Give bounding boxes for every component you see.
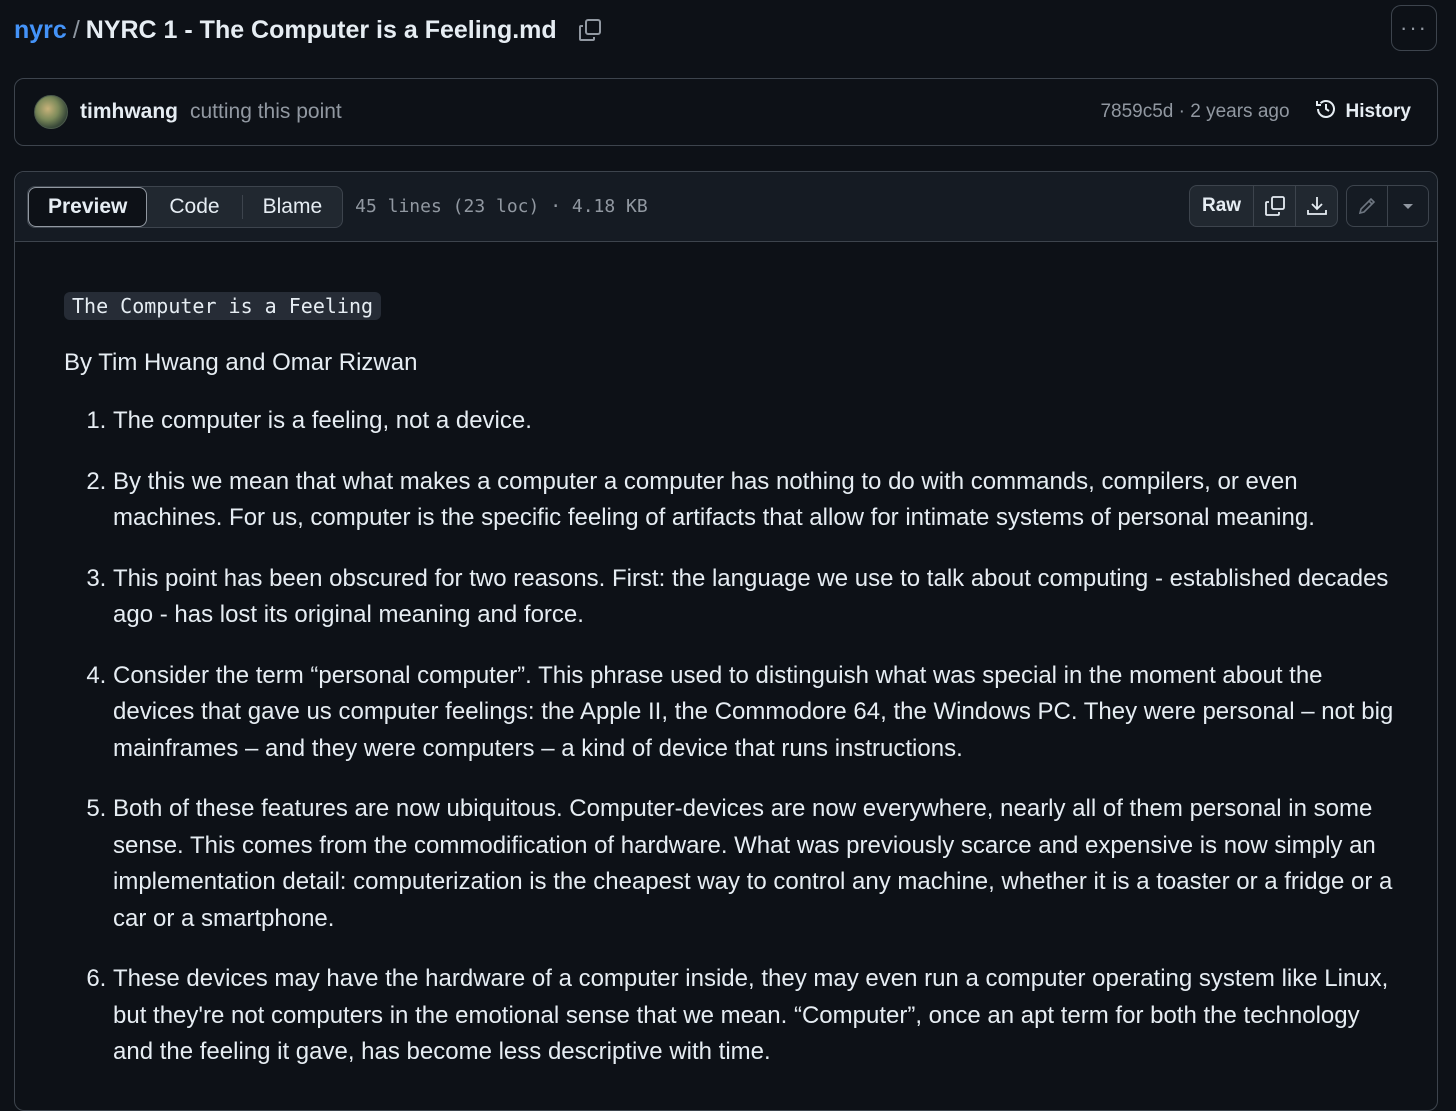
copy-raw-icon[interactable] <box>1253 186 1295 226</box>
commit-author[interactable]: timhwang <box>80 100 178 124</box>
tab-blame[interactable]: Blame <box>241 194 343 219</box>
file-name: NYRC 1 - The Computer is a Feeling.md <box>85 15 557 44</box>
history-button[interactable]: History <box>1314 97 1411 127</box>
byline: By Tim Hwang and Omar Rizwan <box>64 349 418 376</box>
list-item: These devices may have the hardware of a… <box>113 961 1404 1071</box>
markdown-body: The Computer is a Feeling By Tim Hwang a… <box>64 292 1404 1095</box>
file-viewer: Preview Code Blame 45 lines (23 loc) · 4… <box>14 171 1438 1111</box>
view-mode-tabs: Preview Code Blame <box>27 185 344 228</box>
history-label: History <box>1345 101 1411 122</box>
file-toolbar: Preview Code Blame 45 lines (23 loc) · 4… <box>15 172 1437 242</box>
document-title: The Computer is a Feeling <box>64 292 382 320</box>
edit-pencil-icon[interactable] <box>1347 186 1387 226</box>
list-item: This point has been obscured for two rea… <box>113 561 1404 634</box>
tab-preview[interactable]: Preview <box>28 186 148 227</box>
list-item: Consider the term “personal computer”. T… <box>113 658 1404 768</box>
tab-code[interactable]: Code <box>147 187 241 227</box>
commit-sha-time[interactable]: 7859c5d · 2 years ago <box>1100 101 1289 123</box>
list-item: By this we mean that what makes a comput… <box>113 464 1404 537</box>
commit-meta: 7859c5d · 2 years ago History <box>1100 97 1411 127</box>
avatar[interactable] <box>34 95 68 129</box>
file-meta: 45 lines (23 loc) · 4.18 KB <box>355 196 648 217</box>
history-icon <box>1314 97 1346 127</box>
download-icon[interactable] <box>1295 186 1337 226</box>
breadcrumb-separator: / <box>72 15 80 44</box>
breadcrumb: nyrc / NYRC 1 - The Computer is a Feelin… <box>14 12 603 48</box>
latest-commit-bar: timhwang cutting this point 7859c5d · 2 … <box>14 78 1438 146</box>
list-item: Both of these features are now ubiquitou… <box>113 791 1404 937</box>
raw-button[interactable]: Raw <box>1190 186 1253 226</box>
file-actions: Raw <box>1189 185 1339 227</box>
commit-message[interactable]: cutting this point <box>190 100 342 124</box>
edit-actions <box>1346 185 1429 227</box>
repo-link[interactable]: nyrc <box>14 16 67 45</box>
numbered-list: The computer is a feeling, not a device.… <box>64 403 1404 1071</box>
copy-path-icon[interactable] <box>577 17 603 43</box>
more-options-button[interactable]: ··· <box>1391 5 1437 51</box>
list-item: The computer is a feeling, not a device. <box>113 403 1404 440</box>
chevron-down-icon[interactable] <box>1387 186 1428 226</box>
